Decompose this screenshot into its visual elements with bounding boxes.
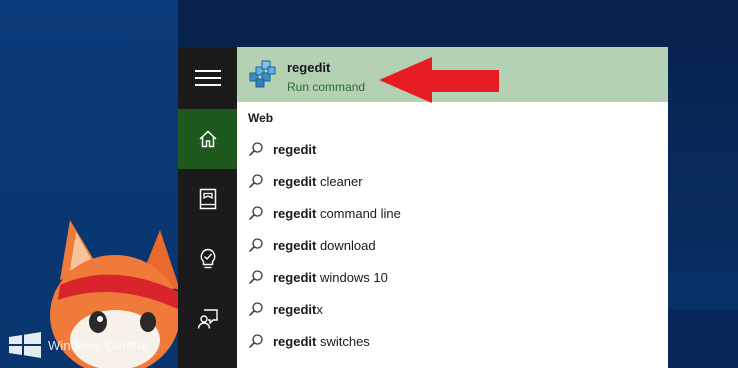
windows-central-watermark: Windows Central <box>8 332 148 358</box>
web-suggestions-list: regedit regedit cleaner regedit command … <box>237 133 668 357</box>
best-match-title: regedit <box>287 60 331 75</box>
suggestion-row[interactable]: regedit windows 10 <box>237 261 668 293</box>
desktop-band-lower <box>668 310 738 368</box>
search-icon <box>248 142 263 157</box>
feedback-button[interactable] <box>178 289 237 349</box>
home-button[interactable] <box>178 109 237 169</box>
search-icon <box>248 238 263 253</box>
suggestion-text: regedit switches <box>273 333 370 349</box>
suggestion-text: regedit windows 10 <box>273 269 388 285</box>
suggestion-text: regedit command line <box>273 205 401 221</box>
suggestion-row[interactable]: regedit download <box>237 229 668 261</box>
suggestion-row[interactable]: regedit switches <box>237 325 668 357</box>
results-panel: regedit Run command Web regedit regedit … <box>237 47 668 368</box>
registry-editor-icon <box>249 60 276 88</box>
reminders-button[interactable] <box>178 229 237 289</box>
hamburger-menu-button[interactable] <box>178 47 237 109</box>
search-icon <box>248 174 263 189</box>
lightbulb-check-icon <box>200 248 215 269</box>
red-arrow-annotation-icon <box>379 57 499 103</box>
suggestion-text: regeditx <box>273 301 323 317</box>
watermark-text: Windows Central <box>48 337 148 353</box>
hamburger-menu-icon <box>194 70 221 86</box>
best-match-subtitle: Run command <box>287 80 366 94</box>
search-icon <box>248 206 263 221</box>
best-match-result[interactable]: regedit Run command <box>237 47 668 103</box>
suggestion-row[interactable]: regedit cleaner <box>237 165 668 197</box>
suggestion-text: regedit cleaner <box>273 173 363 189</box>
suggestion-row[interactable]: regedit command line <box>237 197 668 229</box>
desktop-background: Windows Central regedit Run command Web … <box>0 0 738 368</box>
home-icon <box>198 130 217 148</box>
web-section-label: Web <box>248 111 274 125</box>
suggestion-row[interactable]: regeditx <box>237 293 668 325</box>
left-rail <box>178 47 237 368</box>
windows-logo-icon <box>9 332 41 358</box>
search-icon <box>248 334 263 349</box>
notebook-button[interactable] <box>178 169 237 229</box>
suggestion-row[interactable]: regedit <box>237 133 668 165</box>
cortana-search-pane: regedit Run command Web regedit regedit … <box>178 47 668 368</box>
suggestion-text: regedit <box>273 141 317 157</box>
search-icon <box>248 302 263 317</box>
feedback-icon <box>197 309 218 329</box>
search-icon <box>248 270 263 285</box>
suggestion-text: regedit download <box>273 237 376 253</box>
notebook-icon <box>199 188 216 210</box>
desktop-band <box>668 270 738 310</box>
